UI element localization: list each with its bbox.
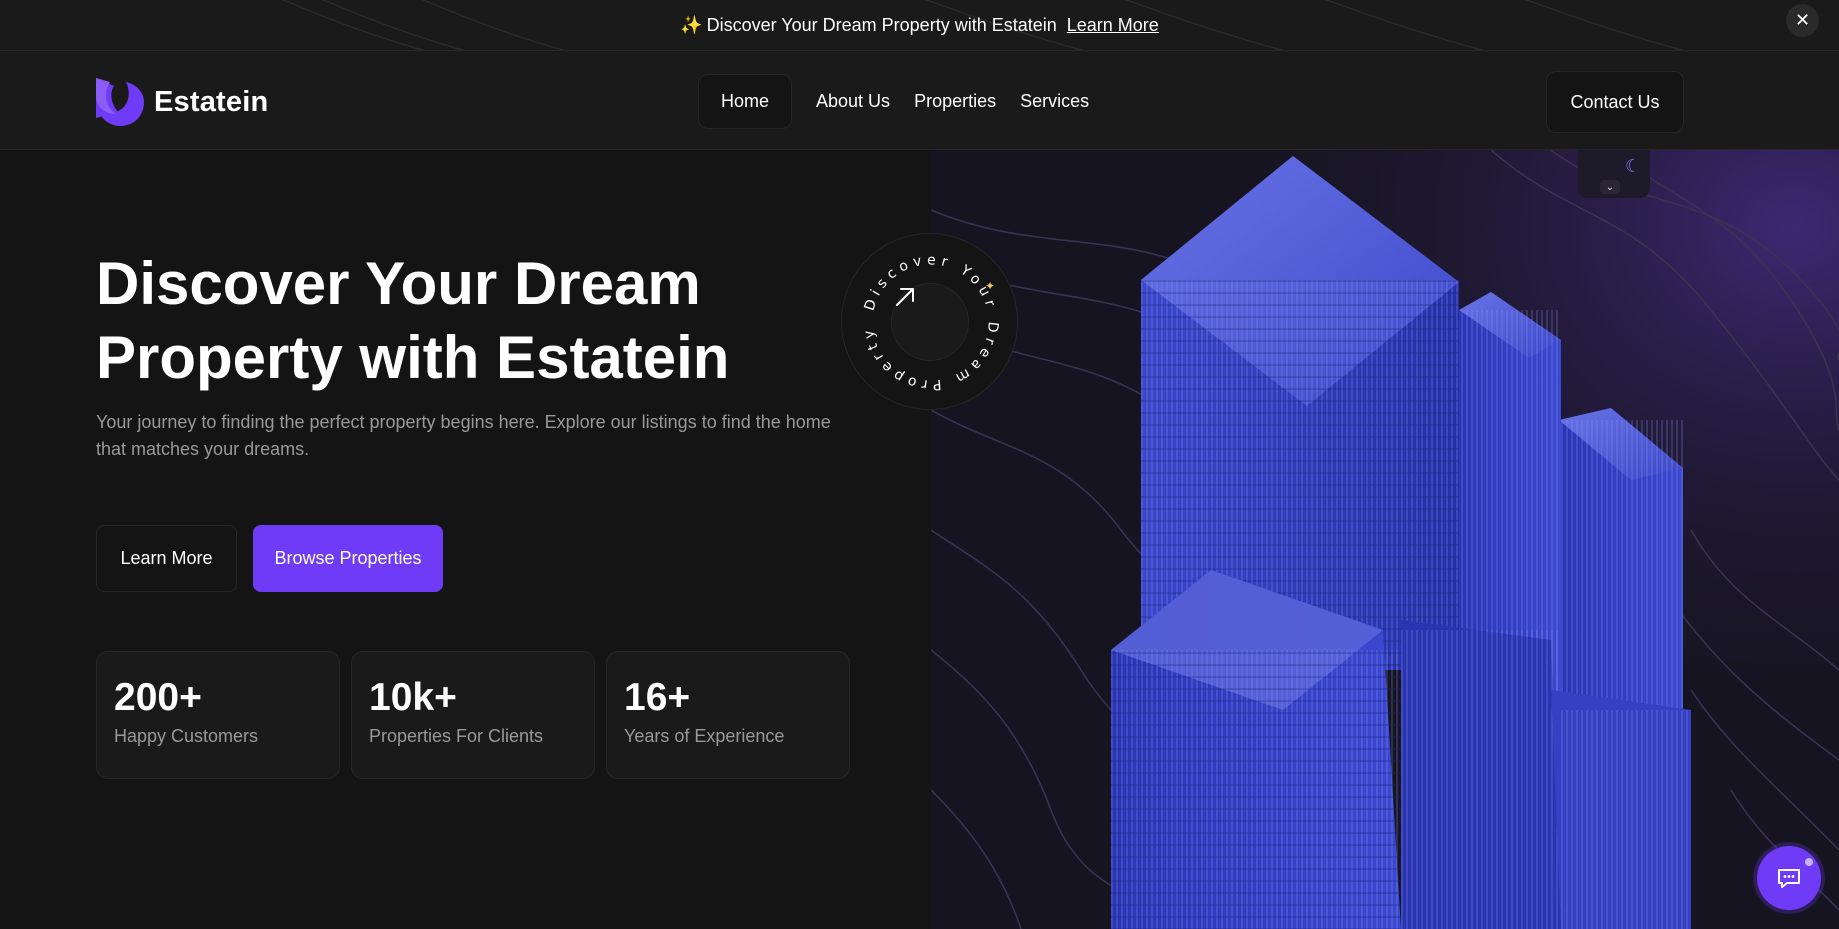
chat-button[interactable] (1757, 846, 1821, 910)
banner-learn-more-link[interactable]: Learn More (1067, 15, 1159, 36)
stat-value: 16+ (624, 676, 691, 719)
arrow-up-right-icon[interactable] (890, 282, 969, 361)
site-header: Estatein Home About Us Properties Servic… (0, 51, 1839, 150)
learn-more-button[interactable]: Learn More (96, 525, 237, 592)
logo-name: Estatein (154, 85, 269, 118)
browse-properties-button[interactable]: Browse Properties (253, 525, 443, 592)
hero-title-line-2: Property with Estatein (96, 324, 730, 391)
chat-bubble-icon (1778, 869, 1800, 888)
banner-text: Discover Your Dream Property with Estate… (706, 15, 1057, 35)
nav-home[interactable]: Home (698, 74, 793, 129)
main-nav: Home About Us Properties Services (698, 74, 1101, 129)
stat-value: 200+ (114, 676, 202, 719)
stat-label: Years of Experience (624, 726, 785, 746)
theme-toggle[interactable]: ☾ ⌄ (1578, 150, 1650, 198)
stat-card: 10k+ Properties For Clients (351, 651, 595, 779)
hero-subtitle: Your journey to finding the perfect prop… (96, 412, 831, 459)
hero-content: Discover Your Dream Property with Estate… (0, 150, 931, 929)
stat-card: 16+ Years of Experience (606, 651, 850, 779)
stat-label: Happy Customers (114, 726, 259, 746)
close-icon[interactable]: ✕ (1786, 4, 1819, 37)
stat-value: 10k+ (369, 676, 457, 719)
nav-about-us[interactable]: About Us (804, 74, 902, 129)
svg-text:✦: ✦ (985, 279, 995, 293)
hero-image (931, 150, 1839, 929)
nav-properties[interactable]: Properties (902, 74, 1008, 129)
sparkles-icon: ✨ (680, 15, 703, 35)
stats-row: 200+ Happy Customers 10k+ Properties For… (96, 651, 850, 779)
chevron-down-icon[interactable]: ⌄ (1600, 180, 1620, 194)
hero-title: Discover Your Dream Property with Estate… (96, 247, 816, 395)
moon-icon[interactable]: ☾ (1625, 156, 1641, 177)
stat-label: Properties For Clients (369, 726, 544, 746)
logo[interactable]: Estatein (96, 78, 268, 126)
announcement-banner: ✨ Discover Your Dream Property with Esta… (0, 0, 1839, 51)
discover-badge[interactable]: Discover Your Dream Property ✦ (841, 233, 1018, 410)
logo-icon (96, 78, 144, 126)
notification-dot (1803, 856, 1815, 868)
stat-card: 200+ Happy Customers (96, 651, 340, 779)
nav-services[interactable]: Services (1008, 74, 1101, 129)
building-illustration (931, 150, 1839, 929)
contact-us-button[interactable]: Contact Us (1546, 71, 1684, 133)
hero-title-line-1: Discover Your Dream (96, 250, 701, 317)
